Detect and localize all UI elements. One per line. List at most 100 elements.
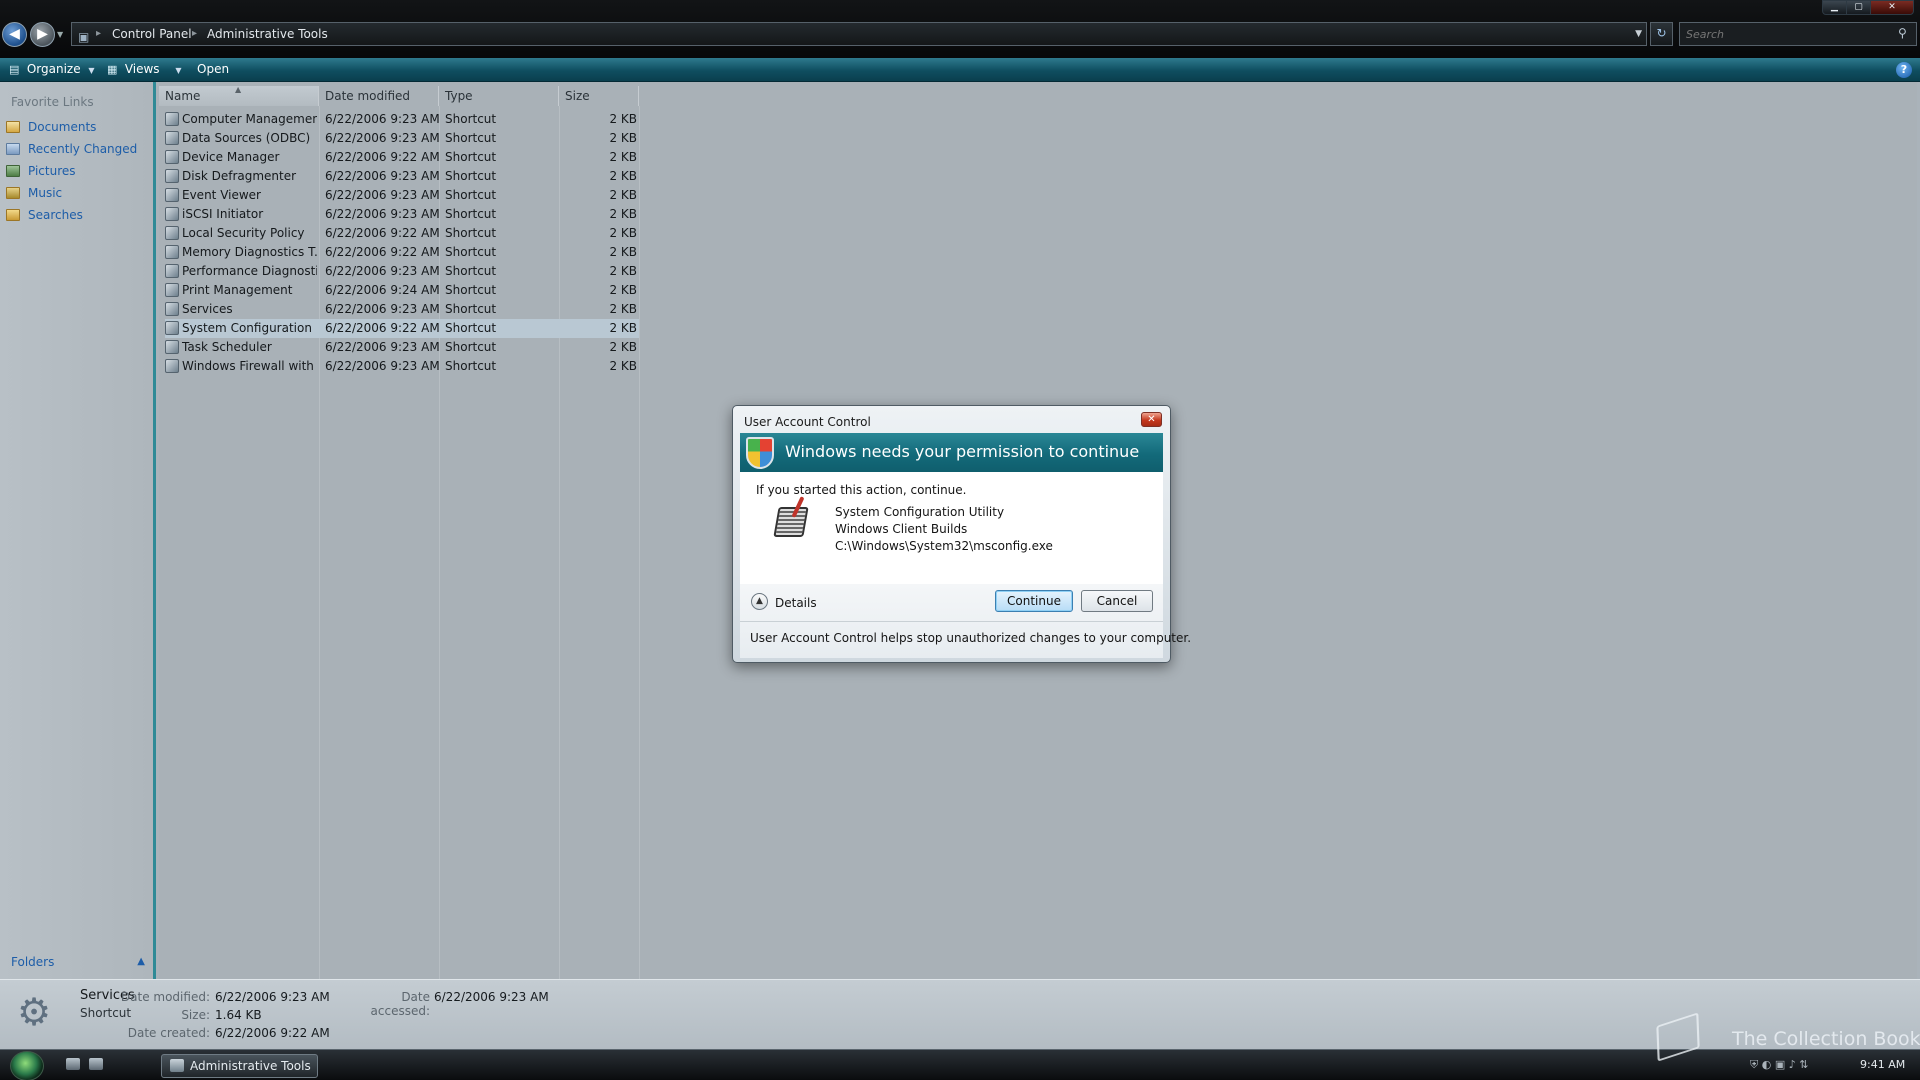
dialog-close-button[interactable]: ✕ [1141,412,1162,427]
open-label: Open [197,62,230,76]
file-row[interactable]: Local Security Policy 6/22/2006 9:22 AM Sh… [165,224,639,243]
breadcrumb-administrative-tools[interactable]: Administrative Tools [207,23,328,45]
file-row[interactable]: Performance Diagnosti... 6/22/2006 9:23 A… [165,262,639,281]
file-row[interactable]: Print Management 6/22/2006 9:24 AM Shortcu… [165,281,639,300]
shortcut-icon [165,321,179,335]
date-modified-cell: 6/22/2006 9:23 AM [325,302,440,316]
file-row[interactable]: Event Viewer 6/22/2006 9:23 AM Shortcut 2 K… [165,186,639,205]
shortcut-icon [165,207,179,221]
show-desktop-icon[interactable] [66,1058,80,1070]
nav-link-label: Recently Changed [28,142,138,156]
nav-link-recently-changed[interactable]: Recently Changed [6,139,151,159]
file-row[interactable]: Disk Defragmenter 6/22/2006 9:23 AM Shortc… [165,167,639,186]
views-label: Views [124,62,160,76]
taskbar-button-administrative-tools[interactable]: Administrative Tools [161,1054,318,1078]
shortcut-icon [165,112,179,126]
shortcut-icon [165,245,179,259]
file-name: Device Manager [182,150,280,164]
size-cell: 2 KB [609,264,637,278]
column-header-date-modified[interactable]: Date modified [319,86,439,106]
forward-button[interactable]: ▶ [30,22,55,47]
date-modified-cell: 6/22/2006 9:23 AM [325,112,440,126]
type-cell: Shortcut [445,207,497,221]
chevron-down-icon: ▼ [175,66,182,75]
shortcut-icon [165,150,179,164]
file-row[interactable]: Memory Diagnostics T... 6/22/2006 9:22 AM… [165,243,639,262]
uac-banner: Windows needs your permission to continu… [740,433,1163,472]
program-publisher: Windows Client Builds [835,522,968,536]
switch-windows-icon[interactable] [89,1058,103,1070]
close-icon: ✕ [1147,414,1156,425]
details-pane: ⚙ Services Shortcut Date modified: 6/22/… [0,979,1920,1049]
cancel-button[interactable]: Cancel [1081,590,1153,612]
shortcut-icon [165,131,179,145]
chevron-up-icon: ▲ [137,956,145,967]
nav-link-documents[interactable]: Documents [6,117,151,137]
type-cell: Shortcut [445,245,497,259]
arrow-left-icon: ◀ [9,26,20,42]
file-row[interactable]: System Configuration 6/22/2006 9:22 AM Sho… [165,319,639,338]
folders-toggle[interactable]: Folders ▲ [0,948,153,976]
security-shield-icon [746,437,774,469]
address-field[interactable]: ▣ ▸ Control Panel ▸ Administrative Tools… [71,22,1647,46]
organize-button[interactable]: ▤ Organize ▼ [9,58,95,82]
shortcut-icon [165,302,179,316]
file-row[interactable]: Services 6/22/2006 9:23 AM Shortcut 2 KB [165,300,639,319]
shortcut-icon [165,226,179,240]
continue-button[interactable]: Continue [995,590,1073,612]
minimize-button[interactable]: ▁ [1822,0,1847,15]
column-divider [639,106,640,979]
search-icon[interactable]: ⚲ [1898,26,1907,40]
close-window-button[interactable]: ✕ [1870,0,1914,15]
file-row[interactable]: Task Scheduler 6/22/2006 9:23 AM Shortcut 2… [165,338,639,357]
column-header-name[interactable]: Name ▲ [159,85,319,106]
navigation-pane: Favorite Links Documents Recently Change… [0,82,156,979]
nav-link-label: Searches [28,208,83,222]
organize-label: Organize [26,62,81,76]
nav-link-pictures[interactable]: Pictures [6,161,151,181]
date-modified-cell: 6/22/2006 9:22 AM [325,321,440,335]
taskbar-clock[interactable]: 9:41 AM [1860,1058,1905,1071]
views-button[interactable]: ▦ Views ▼ [107,58,182,82]
open-button[interactable]: Open [197,58,229,82]
shortcut-icon [165,283,179,297]
shortcut-icon [165,359,179,373]
date-modified-cell: 6/22/2006 9:23 AM [325,340,440,354]
file-name-cell: Task Scheduler [165,338,317,357]
search-input[interactable] [1679,22,1917,46]
back-button[interactable]: ◀ [2,22,27,47]
nav-link-searches[interactable]: Searches [6,205,151,225]
start-button[interactable] [10,1051,44,1080]
column-header-type[interactable]: Type [439,86,559,106]
date-modified-cell: 6/22/2006 9:23 AM [325,188,440,202]
details-label[interactable]: Details [775,596,817,610]
size-cell: 2 KB [609,150,637,164]
breadcrumb-separator-icon: ▸ [192,28,198,39]
date-modified-cell: 6/22/2006 9:23 AM [325,264,440,278]
shortcut-icon [165,264,179,278]
address-history-dropdown[interactable]: ▼ [1635,23,1642,45]
breadcrumb-control-panel[interactable]: Control Panel [112,23,192,45]
file-row[interactable]: Device Manager 6/22/2006 9:22 AM Shortcut 2… [165,148,639,167]
date-modified-cell: 6/22/2006 9:22 AM [325,226,440,240]
file-name-cell: Services [165,300,317,319]
file-row[interactable]: Windows Firewall with ... 6/22/2006 9:23 … [165,357,639,376]
notification-area[interactable]: ⛨ ◐ ▣ ♪ ⇅ [1750,1058,1808,1072]
recent-pages-dropdown[interactable]: ▼ [57,30,63,39]
refresh-button[interactable]: ↻ [1650,22,1673,46]
file-name: Windows Firewall with ... [182,359,317,373]
type-cell: Shortcut [445,188,497,202]
file-row[interactable]: Data Sources (ODBC) 6/22/2006 9:23 AM Shor… [165,129,639,148]
sort-ascending-icon: ▲ [235,85,242,94]
maximize-button[interactable]: ▢ [1846,0,1871,15]
file-row[interactable]: Computer Management 6/22/2006 9:23 AM Shor… [165,110,639,129]
column-header-size[interactable]: Size [559,86,639,106]
size-cell: 2 KB [609,359,637,373]
column-header-label: Date modified [325,89,411,103]
uac-body: If you started this action, continue. Sy… [740,472,1163,584]
help-button[interactable]: ? [1896,62,1912,78]
details-expand-button[interactable]: ▲ [751,593,768,610]
nav-link-music[interactable]: Music [6,183,151,203]
column-header-label: Size [565,89,590,103]
file-row[interactable]: iSCSI Initiator 6/22/2006 9:23 AM Shortcut… [165,205,639,224]
